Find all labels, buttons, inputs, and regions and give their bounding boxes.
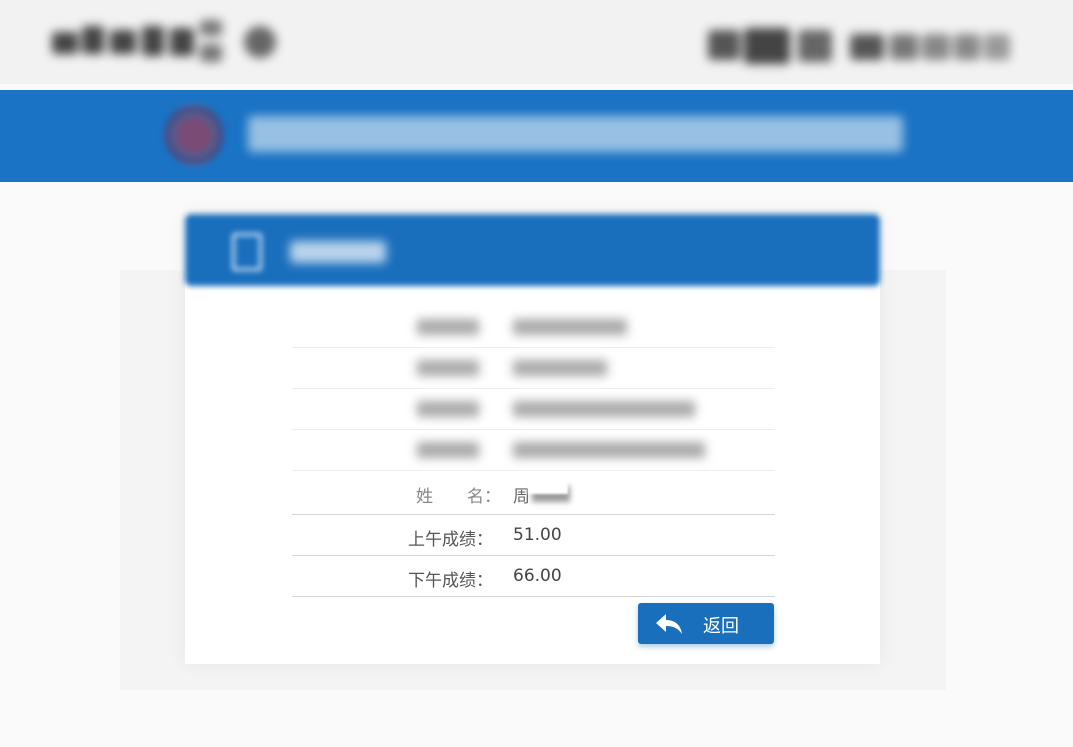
return-button[interactable]: 返回 <box>638 603 774 644</box>
info-row-4 <box>292 430 775 471</box>
info-row-4-value-placeholder <box>513 442 705 458</box>
info-row-3-value-placeholder <box>513 401 695 417</box>
info-row-3-placeholder <box>417 401 479 417</box>
info-row-3 <box>292 389 775 430</box>
header-right-text <box>708 26 1013 66</box>
info-row-1-value-placeholder <box>513 319 627 335</box>
info-row-4-placeholder <box>417 442 479 458</box>
morning-score-row: 上午成绩： 51.00 <box>292 515 775 556</box>
emblem-icon <box>164 104 224 166</box>
return-button-label: 返回 <box>703 616 739 637</box>
info-row-1-placeholder <box>417 319 479 335</box>
name-label: 姓 名： <box>416 487 501 507</box>
banner-title-placeholder <box>248 116 903 152</box>
info-row-2 <box>292 348 775 389</box>
info-row-2-placeholder <box>417 360 479 376</box>
reply-arrow-icon <box>655 612 683 636</box>
afternoon-score-label: 下午成绩： <box>408 571 493 591</box>
afternoon-score-row: 下午成绩： 66.00 <box>292 556 775 597</box>
panel-title-placeholder <box>290 241 386 263</box>
morning-score-label: 上午成绩： <box>408 530 493 550</box>
top-header <box>0 0 1073 84</box>
info-row-2-value-placeholder <box>513 360 607 376</box>
logo-icon <box>52 18 282 70</box>
info-row-1 <box>292 307 775 348</box>
name-redaction <box>528 480 568 494</box>
morning-score-value: 51.00 <box>513 525 562 545</box>
document-icon <box>232 233 262 271</box>
afternoon-score-value: 66.00 <box>513 566 562 586</box>
